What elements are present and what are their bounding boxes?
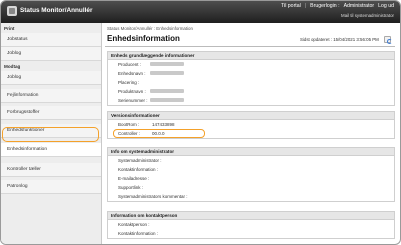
sidebar-item-error-info[interactable]: Fejlinformation [1,89,101,103]
redacted-value [150,98,184,102]
info-row: Kontaktperson : [108,220,394,229]
info-row: Kontaktinformation : [108,229,394,238]
row-label: Enhedsnavn : [118,71,146,76]
info-row: Produktnavn : [108,87,394,96]
row-label: Kontaktinformation : [118,231,159,236]
info-row: Serienummer : [108,96,394,105]
page-title: Enhedsinformation [107,34,180,43]
section-header: Info om systemadministrator [108,148,394,156]
app-title: Status Monitor/Annullér [20,7,93,14]
row-label: Placering : [118,80,140,85]
last-updated: Sidst opdateret : 15/04/2021 3:56:05 PM [300,37,379,42]
redacted-value [150,89,184,93]
info-row: Placering : [108,78,394,87]
sidebar-item-consumables[interactable]: Forbrugsstoffer [1,106,101,120]
selection-highlight [2,127,99,142]
info-row: Supportlink : [108,183,394,192]
redacted-value [150,62,184,66]
row-label: Controller : [118,131,141,136]
sidebar-header-print: Print [4,26,15,31]
info-row: Producent : [108,60,394,69]
sidebar-item-check-counter[interactable]: Kontroller tæller [1,163,101,177]
row-label: E-mailadresse : [118,176,150,181]
user-name: Administrator [343,3,375,9]
sidebar-item-device-info[interactable]: Enhedsinformation [1,143,101,157]
section-basic-info: Enheds grundlæggende informationer Produ… [107,51,395,106]
top-links: Til portal | Brugerlogin : Administrator… [281,3,394,9]
sidebar-item-cartridge-log[interactable]: Patronlog [1,180,101,194]
refresh-icon[interactable] [384,36,392,44]
sidebar: Print Jobstatus Joblog Modtag Joblog Fej… [1,23,102,244]
row-label: Producent : [118,62,142,67]
row-label: BootRom : [118,122,140,127]
separator: | [304,3,307,9]
app-window: Status Monitor/Annullér Til portal | Bru… [0,0,401,245]
bootrom-value: 147433898 [152,122,175,127]
section-admin-info: Info om systemadministrator Systemadmini… [107,147,395,202]
redacted-value [150,71,184,75]
row-label: Produktnavn : [118,89,146,94]
info-row: Enhedsnavn : [108,69,394,78]
controller-value: 00.0.0 [152,131,165,136]
info-row: Kontaktinformation : [108,165,394,174]
info-row: BootRom : 147433898 [108,120,394,129]
sidebar-item-joblog[interactable]: Joblog [1,71,101,85]
row-label: Serienummer : [118,98,148,103]
section-contact-info: Information om kontaktperson Kontaktpers… [107,211,395,239]
divider [105,46,395,47]
section-version-info: Versionsinformationer BootRom : 14743389… [107,111,395,139]
main-content: Status Monitor/Annullér : Enhedsinformat… [105,23,400,244]
section-header: Information om kontaktperson [108,212,394,220]
printer-logo-icon [7,6,17,16]
top-bar: Status Monitor/Annullér Til portal | Bru… [1,1,400,23]
user-login-label: Brugerlogin : [310,3,340,9]
row-label: Kontaktinformation : [118,167,159,172]
info-row: Systemadministrators kommentar : [108,192,394,201]
row-label: Systemadministrators kommentar : [118,194,188,199]
info-row: Systemadministrator : [108,156,394,165]
breadcrumb: Status Monitor/Annullér : Enhedsinformat… [107,26,193,31]
info-row: Controller : 00.0.0 [108,129,394,138]
sidebar-header-device: Modtag [4,64,21,69]
info-row: E-mailadresse : [108,174,394,183]
section-header: Enheds grundlæggende informationer [108,52,394,60]
sidebar-item-jobstatus[interactable]: Jobstatus [1,33,101,47]
row-label: Kontaktperson : [118,222,150,227]
section-header: Versionsinformationer [108,112,394,120]
mail-admin-link[interactable]: Mail til systemadministrator [341,13,394,18]
row-label: Supportlink : [118,185,144,190]
logout-link[interactable]: Log ud [378,3,394,9]
portal-link[interactable]: Til portal [281,3,301,9]
row-label: Systemadministrator : [118,158,162,163]
sidebar-item-print-joblog[interactable]: Joblog [1,47,101,61]
